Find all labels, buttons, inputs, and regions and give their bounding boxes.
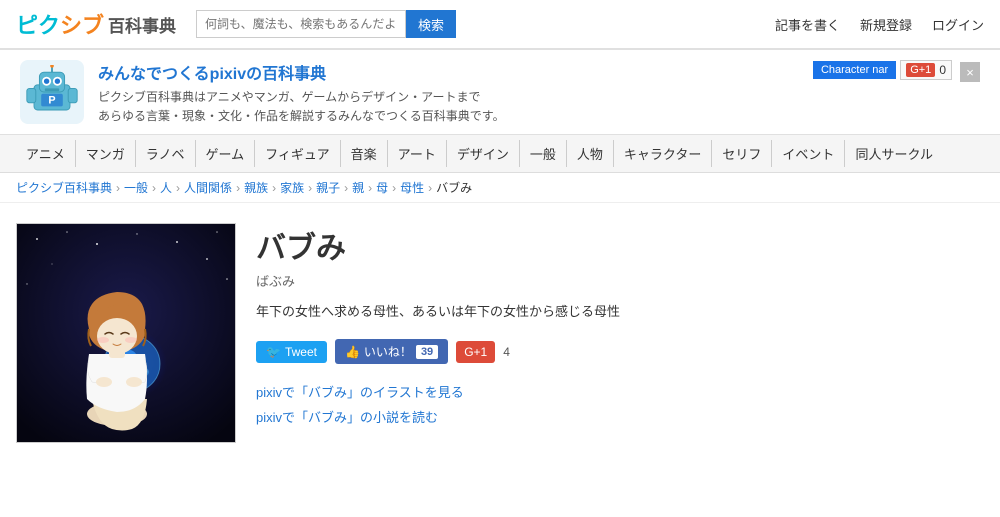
bc-sep-7: › bbox=[368, 181, 372, 195]
nav-light-novel[interactable]: ラノベ bbox=[136, 140, 196, 167]
article-body: バブみ ばぶみ 年下の女性へ求める母性、あるいは年下の女性から感じる母性 🐦 T… bbox=[256, 223, 984, 443]
social-buttons: 🐦 Tweet 👍 いいね！ 39 G+1 4 bbox=[256, 339, 984, 364]
banner-right: Character nar G+1 0 × bbox=[813, 60, 980, 82]
nav-manga[interactable]: マンガ bbox=[76, 140, 136, 167]
g1-widget: G+1 0 bbox=[900, 60, 952, 80]
tweet-button[interactable]: 🐦 Tweet bbox=[256, 341, 327, 363]
bc-root[interactable]: ピクシブ百科事典 bbox=[16, 179, 112, 196]
article-title: バブみ bbox=[256, 223, 984, 267]
bc-relationship[interactable]: 人間関係 bbox=[184, 179, 232, 196]
novel-link[interactable]: pixivで「バブみ」の小説を読む bbox=[256, 407, 984, 426]
bc-sep-1: › bbox=[152, 181, 156, 195]
bc-sep-8: › bbox=[392, 181, 396, 195]
nav-character[interactable]: キャラクター bbox=[614, 140, 712, 167]
character-name-button[interactable]: Character nar bbox=[813, 61, 896, 79]
bc-family[interactable]: 家族 bbox=[280, 179, 304, 196]
login-link[interactable]: ログイン bbox=[932, 15, 984, 34]
bc-sep-9: › bbox=[428, 181, 432, 195]
nav-game[interactable]: ゲーム bbox=[196, 140, 256, 167]
thumb-icon: 👍 bbox=[345, 345, 360, 359]
search-button[interactable]: 検索 bbox=[406, 10, 456, 38]
bc-parentchild[interactable]: 親子 bbox=[316, 179, 340, 196]
like-button[interactable]: 👍 いいね！ 39 bbox=[335, 339, 448, 364]
svg-text:P: P bbox=[48, 95, 55, 107]
write-article-link[interactable]: 記事を書く bbox=[775, 15, 840, 34]
bc-sep-3: › bbox=[236, 181, 240, 195]
bc-sep-6: › bbox=[344, 181, 348, 195]
pixiv-logo-robot: P bbox=[20, 60, 84, 124]
banner-desc-2: あらゆる言葉・現象・文化・作品を解説するみんなでつくる百科事典です。 bbox=[98, 107, 505, 126]
g1-article-count: 4 bbox=[503, 345, 510, 359]
header-nav: 記事を書く 新規登録 ログイン bbox=[775, 15, 984, 34]
nav-doujin[interactable]: 同人サークル bbox=[845, 140, 943, 167]
article-links: pixivで「バブみ」のイラストを見る pixivで「バブみ」の小説を読む bbox=[256, 382, 984, 426]
g1-count: 0 bbox=[939, 63, 946, 77]
banner-close-button[interactable]: × bbox=[960, 62, 980, 82]
search-input[interactable] bbox=[196, 10, 406, 38]
bc-sep-0: › bbox=[116, 181, 120, 195]
navbar: アニメ マンガ ラノベ ゲーム フィギュア 音楽 アート デザイン 一般 人物 … bbox=[0, 135, 1000, 173]
nav-general[interactable]: 一般 bbox=[520, 140, 567, 167]
main-content: バブみ ばぶみ 年下の女性へ求める母性、あるいは年下の女性から感じる母性 🐦 T… bbox=[0, 203, 1000, 463]
g1-label: G+1 bbox=[906, 63, 935, 77]
bc-relative[interactable]: 親族 bbox=[244, 179, 268, 196]
nav-figure[interactable]: フィギュア bbox=[255, 140, 340, 167]
article-image bbox=[16, 223, 236, 443]
article-reading: ばぶみ bbox=[256, 271, 984, 290]
banner: P みんなでつくるpixivの百科事典 ピクシブ百科事典はアニメやマンガ、ゲーム… bbox=[0, 50, 1000, 135]
banner-title: みんなでつくるpixivの百科事典 bbox=[98, 60, 505, 84]
nav-music[interactable]: 音楽 bbox=[341, 140, 388, 167]
breadcrumb: ピクシブ百科事典 › 一般 › 人 › 人間関係 › 親族 › 家族 › 親子 … bbox=[0, 173, 1000, 203]
tweet-label: Tweet bbox=[285, 345, 317, 359]
search-form: 検索 bbox=[196, 10, 456, 38]
nav-anime[interactable]: アニメ bbox=[16, 140, 76, 167]
bc-person[interactable]: 人 bbox=[160, 179, 172, 196]
banner-content: P みんなでつくるpixivの百科事典 ピクシブ百科事典はアニメやマンガ、ゲーム… bbox=[20, 60, 505, 126]
bc-general[interactable]: 一般 bbox=[124, 179, 148, 196]
bc-maternal[interactable]: 母性 bbox=[400, 179, 424, 196]
like-count: 39 bbox=[416, 345, 438, 359]
bc-parent[interactable]: 親 bbox=[352, 179, 364, 196]
nav-serif[interactable]: セリフ bbox=[712, 140, 772, 167]
twitter-icon: 🐦 bbox=[266, 345, 281, 359]
robot-icon: P bbox=[25, 65, 79, 119]
nav-event[interactable]: イベント bbox=[772, 140, 845, 167]
article-illustration bbox=[17, 224, 236, 443]
g1-button[interactable]: G+1 bbox=[456, 341, 495, 363]
illust-link[interactable]: pixivで「バブみ」のイラストを見る bbox=[256, 382, 984, 401]
bc-mother[interactable]: 母 bbox=[376, 179, 388, 196]
banner-desc-1: ピクシブ百科事典はアニメやマンガ、ゲームからデザイン・アートまで bbox=[98, 88, 505, 107]
bc-sep-2: › bbox=[176, 181, 180, 195]
register-link[interactable]: 新規登録 bbox=[860, 15, 912, 34]
like-label: いいね！ bbox=[364, 343, 412, 360]
header: ピクシブ 百科事典 検索 記事を書く 新規登録 ログイン bbox=[0, 0, 1000, 50]
nav-person[interactable]: 人物 bbox=[567, 140, 614, 167]
nav-art[interactable]: アート bbox=[388, 140, 447, 167]
char-widget: Character nar G+1 0 bbox=[813, 60, 952, 80]
article-description: 年下の女性へ求める母性、あるいは年下の女性から感じる母性 bbox=[256, 302, 984, 323]
site-logo[interactable]: ピクシブ 百科事典 bbox=[16, 8, 176, 40]
logo-area: ピクシブ 百科事典 検索 bbox=[16, 8, 456, 40]
bc-current: バブみ bbox=[436, 179, 472, 196]
nav-design[interactable]: デザイン bbox=[447, 140, 520, 167]
bc-sep-4: › bbox=[272, 181, 276, 195]
bc-sep-5: › bbox=[308, 181, 312, 195]
banner-text-block: みんなでつくるpixivの百科事典 ピクシブ百科事典はアニメやマンガ、ゲームから… bbox=[98, 60, 505, 126]
